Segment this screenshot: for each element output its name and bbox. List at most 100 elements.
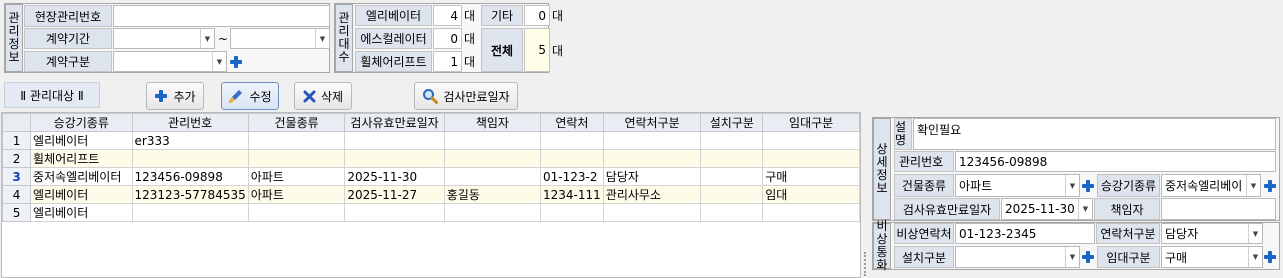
column-header[interactable]: 검사유효만료일자 [344,113,445,132]
grid-cell[interactable] [602,131,702,150]
grid-cell[interactable]: er333 [131,131,249,150]
inspection-expiry-button-label: 검사만료일자 [443,89,510,104]
table-row[interactable]: 4 엘리베이터 123123-57784535 아파트 2025-11-27 홍… [2,185,860,204]
grid-cell[interactable]: 임대 [762,185,860,204]
table-row[interactable]: 1 엘리베이터 er333 [2,131,860,150]
column-header[interactable]: 연락처 [540,113,604,132]
edit-button-label: 수정 [249,89,272,104]
lease-type-select[interactable]: 구매 ▼ [1161,246,1263,268]
add-install-type-icon[interactable] [1081,250,1095,264]
grid-cell[interactable] [700,167,764,186]
grid-cell[interactable] [131,149,249,168]
grid-cell[interactable]: 엘리베이터 [30,185,133,204]
mgmt-no-field[interactable]: 123456-09898 [955,151,1276,172]
grid-cell[interactable] [700,131,764,150]
grid-cell[interactable]: 01-123-2 [540,167,604,186]
chevron-down-icon[interactable]: ▼ [315,29,329,48]
contract-to-field[interactable]: ▼ [230,28,330,49]
add-button[interactable]: 추가 [146,82,204,110]
grid-cell[interactable] [700,149,764,168]
grid-cell[interactable] [247,149,346,168]
grid-cell[interactable] [540,203,604,222]
column-header[interactable]: 승강기종류 [30,113,133,132]
grid-cell[interactable] [700,203,764,222]
grid-cell[interactable] [762,149,860,168]
grid-header-row: 승강기종류 관리번호 건물종류 검사유효만료일자 책임자 연락처 연락처구분 설… [2,113,860,132]
grid-cell[interactable] [762,203,860,222]
contract-type-select[interactable]: ▼ [113,51,227,72]
grid-cell[interactable] [602,203,702,222]
desc-field[interactable]: 확인필요 [913,118,1276,150]
row-number-header [2,113,32,132]
grid-cell[interactable]: 123456-09898 [131,167,249,186]
column-header[interactable]: 연락처구분 [602,113,702,132]
chevron-down-icon[interactable]: ▼ [1246,175,1260,196]
grid-cell[interactable]: 엘리베이터 [30,131,133,150]
grid-cell[interactable] [443,149,542,168]
grid-cell[interactable] [443,167,542,186]
grid-cell[interactable]: 123123-57784535 [131,185,249,204]
column-header[interactable]: 임대구분 [762,113,860,132]
chevron-down-icon[interactable]: ▼ [1248,224,1262,243]
grid-cell[interactable]: 중저속엘리베이터 [30,167,133,186]
grid-cell[interactable] [247,203,346,222]
inspection-expiry-button[interactable]: 검사만료일자 [414,82,518,110]
add-elev-type-icon[interactable] [1263,179,1277,193]
grid-cell[interactable]: 담당자 [602,167,702,186]
grid-cell[interactable]: 엘리베이터 [30,203,133,222]
grid-cell[interactable] [344,131,445,150]
grid-cell[interactable]: 구매 [762,167,860,186]
table-row[interactable]: 5 엘리베이터 [2,203,860,222]
manager-field[interactable] [1161,198,1276,220]
grid-cell[interactable] [344,149,445,168]
add-contract-type-icon[interactable] [229,55,243,69]
mgmt-target-grid: 승강기종류 관리번호 건물종류 검사유효만료일자 책임자 연락처 연락처구분 설… [2,113,860,222]
inspection-date-field[interactable]: 2025-11-30 ▼ [1001,198,1093,220]
grid-cell[interactable] [344,203,445,222]
grid-cell[interactable] [247,131,346,150]
column-header[interactable]: 책임자 [443,113,542,132]
building-type-select[interactable]: 아파트 ▼ [955,174,1080,197]
grid-cell[interactable] [762,131,860,150]
row-number: 4 [2,185,32,204]
grid-cell[interactable]: 아파트 [247,185,346,204]
grid-cell[interactable]: 관리사무소 [602,185,702,204]
grid-cell[interactable]: 2025-11-30 [344,167,445,186]
grid-cell[interactable]: 아파트 [247,167,346,186]
contract-from-field[interactable]: ▼ [113,28,215,49]
grid-cell[interactable] [540,131,604,150]
grid-cell[interactable] [602,149,702,168]
chevron-down-icon[interactable]: ▼ [1065,247,1079,267]
grid-cell[interactable] [131,203,249,222]
tab-mgmt-target[interactable]: Ⅱ 관리대상 Ⅱ [4,82,100,108]
install-type-select[interactable]: ▼ [955,246,1080,268]
grid-cell[interactable]: 2025-11-27 [344,185,445,204]
edit-button[interactable]: 수정 [221,82,279,110]
splitter-handle[interactable] [864,252,868,276]
grid-cell[interactable] [700,185,764,204]
table-row-selected[interactable]: 3 중저속엘리베이터 123456-09898 아파트 2025-11-30 0… [2,167,860,186]
grid-cell[interactable] [540,149,604,168]
add-lease-type-icon[interactable] [1263,250,1277,264]
grid-cell[interactable] [443,203,542,222]
table-row[interactable]: 2 휠체어리프트 [2,149,860,168]
grid-cell[interactable] [443,131,542,150]
grid-cell[interactable]: 홍길동 [443,185,542,204]
add-building-type-icon[interactable] [1081,179,1095,193]
chevron-down-icon[interactable]: ▼ [1065,175,1079,196]
column-header[interactable]: 건물종류 [247,113,346,132]
chevron-down-icon[interactable]: ▼ [1078,199,1092,219]
site-no-field[interactable] [113,5,330,27]
elev-type-select[interactable]: 중저속엘리베이 ▼ [1161,174,1261,197]
chevron-down-icon[interactable]: ▼ [1248,247,1262,267]
grid-cell[interactable]: 1234-111 [540,185,604,204]
delete-button[interactable]: 삭제 [294,82,352,110]
chevron-down-icon[interactable]: ▼ [200,29,214,48]
chevron-down-icon[interactable]: ▼ [212,52,226,71]
column-header[interactable]: 설치구분 [700,113,764,132]
emergency-contact-field[interactable]: 01-123-2345 [955,223,1095,244]
contact-type-select[interactable]: 담당자 ▼ [1161,223,1263,244]
emergency-contact-label: 비상연락처 [894,223,954,244]
grid-cell[interactable]: 휠체어리프트 [30,149,133,168]
column-header[interactable]: 관리번호 [131,113,249,132]
